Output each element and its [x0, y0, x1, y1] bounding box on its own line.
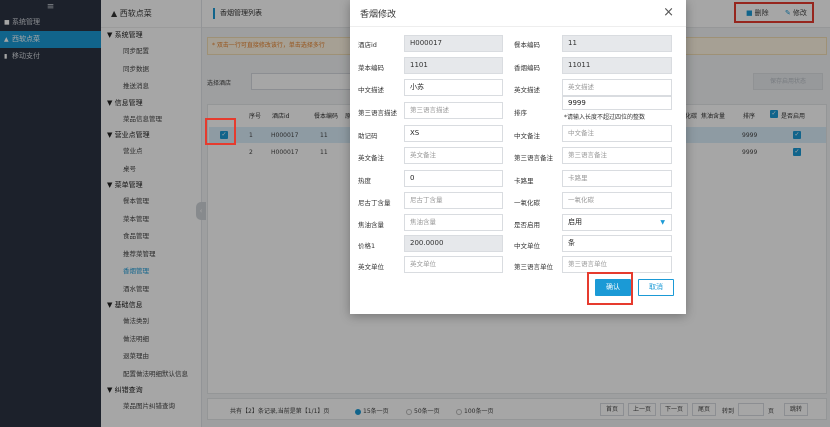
cn-desc-input[interactable]: 小苏	[404, 79, 503, 96]
third-note-label: 第三语言备注	[514, 154, 553, 162]
calorie-input[interactable]: 卡路里	[562, 170, 672, 187]
nicotine-label: 尼古丁含量	[358, 199, 391, 207]
dialog-header: 香烟修改 ×	[350, 0, 686, 27]
en-unit-input[interactable]: 英文单位	[404, 256, 503, 273]
cancel-button[interactable]: 取消	[638, 279, 674, 296]
cn-unit-label: 中文单位	[514, 242, 540, 250]
price-label: 价格1	[358, 242, 376, 250]
price-field[interactable]: 200.0000	[404, 235, 503, 252]
third-unit-input[interactable]: 第三语言单位	[562, 256, 672, 273]
sort-hint: *请输入长度不超过四位的整数	[564, 114, 646, 121]
co-input[interactable]: 一氧化碳	[562, 192, 672, 209]
cig-code-label: 香烟编码	[514, 64, 540, 72]
mnemonic-label: 助记码	[358, 132, 378, 140]
cn-note-input[interactable]: 中文备注	[562, 125, 672, 142]
en-note-label: 英文备注	[358, 154, 384, 162]
dish-code-field[interactable]: 1101	[404, 57, 503, 74]
enabled-label: 是否启用	[514, 221, 540, 229]
heat-label: 热度	[358, 177, 371, 185]
en-unit-label: 英文单位	[358, 263, 384, 271]
cn-unit-input[interactable]: 条	[562, 235, 672, 252]
nicotine-input[interactable]: 尼古丁含量	[404, 192, 503, 209]
enabled-select[interactable]: 启用 ▼	[562, 214, 672, 231]
dish-code-label: 菜本编码	[358, 64, 384, 72]
mnemonic-input[interactable]: XS	[404, 125, 503, 142]
hotel-id-field[interactable]: H000017	[404, 35, 503, 52]
cn-desc-label: 中文描述	[358, 86, 384, 94]
menu-code-field[interactable]: 11	[562, 35, 672, 52]
menu-code-label: 餐本编码	[514, 41, 540, 49]
dropdown-arrow-icon: ▼	[660, 219, 665, 226]
third-desc-label: 第三语言描述	[358, 109, 397, 117]
confirm-highlight	[587, 272, 633, 305]
hotel-id-label: 酒店id	[358, 41, 377, 49]
cn-note-label: 中文备注	[514, 132, 540, 140]
en-desc-label: 英文描述	[514, 86, 540, 94]
heat-input[interactable]: 0	[404, 170, 503, 187]
edit-cigarette-dialog: 香烟修改 × 酒店id H000017 餐本编码 11 菜本编码 1101 香烟…	[350, 0, 686, 314]
tar-input[interactable]: 焦油含量	[404, 214, 503, 231]
sort-label: 排序	[514, 109, 527, 117]
en-desc-input[interactable]: 英文描述	[562, 79, 672, 96]
dialog-title: 香烟修改	[360, 10, 397, 20]
third-note-input[interactable]: 第三语言备注	[562, 147, 672, 164]
en-note-input[interactable]: 英文备注	[404, 147, 503, 164]
third-unit-label: 第三语言单位	[514, 263, 553, 271]
calorie-label: 卡路里	[514, 177, 534, 185]
co-label: 一氧化碳	[514, 199, 540, 207]
third-desc-input[interactable]: 第三语言描述	[404, 102, 503, 119]
tar-label: 焦油含量	[358, 221, 384, 229]
close-icon[interactable]: ×	[663, 5, 674, 20]
sort-input[interactable]: 9999	[562, 96, 672, 110]
cig-code-field[interactable]: 11011	[562, 57, 672, 74]
row-select-highlight	[205, 118, 236, 145]
